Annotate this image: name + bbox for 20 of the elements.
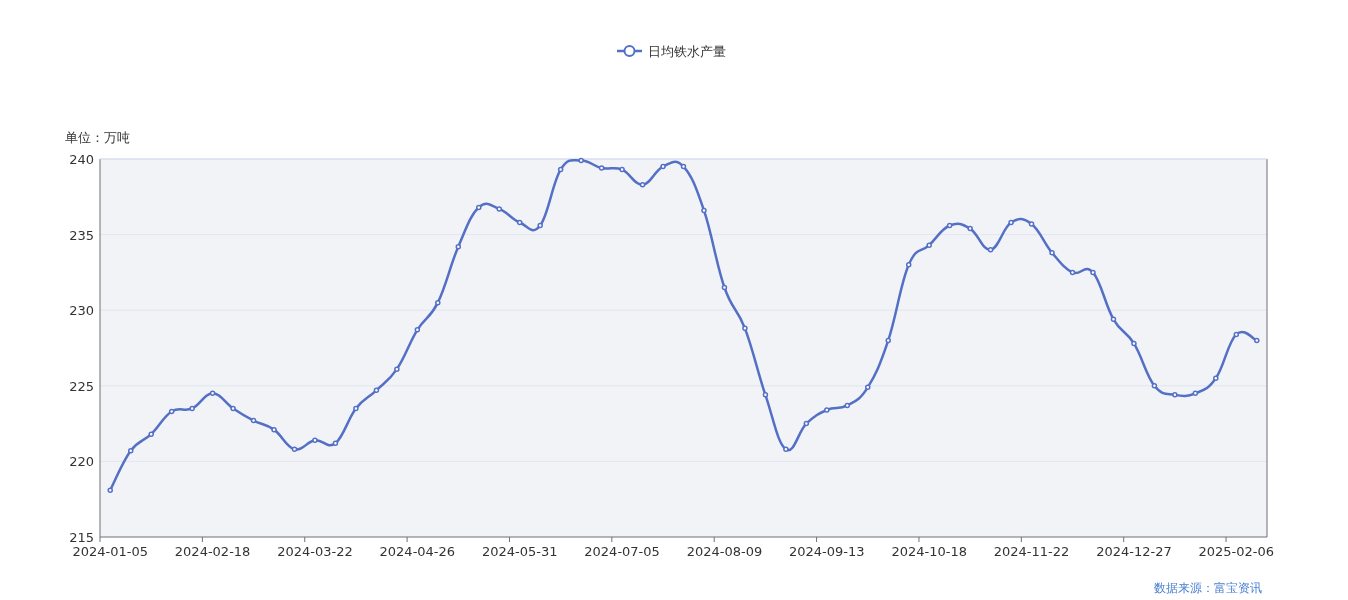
y-axis-label: 215 (69, 530, 94, 545)
y-axis-label: 240 (69, 152, 94, 167)
x-axis-label: 2024-04-26 (379, 544, 456, 559)
x-axis-label: 2024-08-09 (686, 544, 763, 559)
y-axis-label: 225 (69, 378, 94, 394)
unit-label: 单位：万吨 (65, 130, 130, 145)
x-axis-label: 2024-05-31 (481, 544, 558, 559)
x-axis-label: 2024-02-18 (174, 544, 251, 559)
x-axis-label: 2024-10-18 (891, 544, 967, 559)
y-axis-label: 235 (69, 227, 94, 243)
x-axis-label: 2025-02-06 (1198, 544, 1275, 559)
x-axis-label: 2024-07-05 (584, 544, 660, 559)
x-axis-label: 2024-11-22 (993, 544, 1070, 559)
x-axis-label: 2024-12-27 (1096, 544, 1172, 559)
x-axis-label: 2024-09-13 (789, 544, 865, 559)
y-axis-label: 230 (69, 303, 94, 319)
x-axis-label: 2024-01-05 (72, 544, 148, 559)
y-axis-label: 220 (69, 454, 94, 470)
x-axis-label: 2024-03-22 (277, 544, 353, 559)
source-note: 数据来源：富宝资讯 (1154, 581, 1262, 595)
